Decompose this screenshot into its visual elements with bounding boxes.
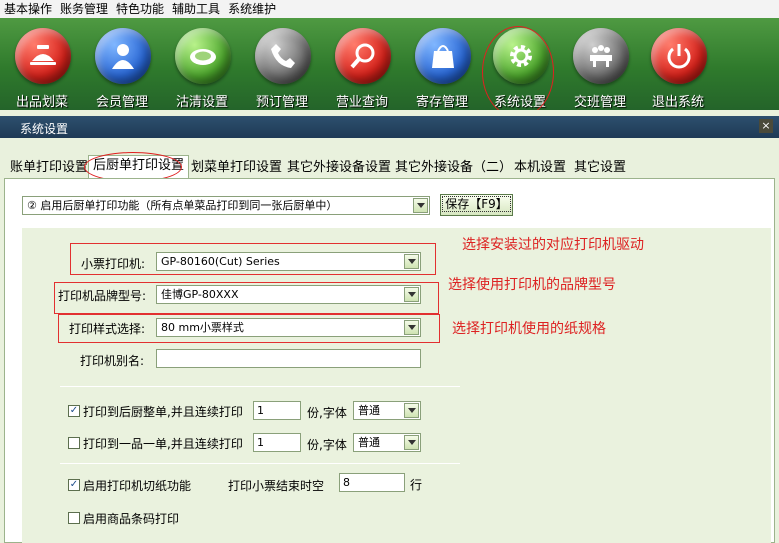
brand-value: 佳博GP-80XXX bbox=[161, 288, 239, 301]
opt1-label: 打印到后厨整单,并且连续打印 bbox=[83, 405, 243, 419]
opt2-label: 打印到一品一单,并且连续打印 bbox=[83, 437, 243, 451]
style-select[interactable]: 80 mm小票样式 bbox=[156, 318, 421, 337]
toolbar-label: 预订管理 bbox=[255, 95, 308, 110]
tab-external-devices[interactable]: 其它外接设备设置 bbox=[287, 158, 391, 178]
toolbar-soldout[interactable]: 沽清设置 bbox=[166, 28, 238, 110]
plate-icon bbox=[175, 28, 231, 84]
chevron-down-icon bbox=[404, 435, 419, 450]
tab-other-settings[interactable]: 其它设置 bbox=[574, 158, 626, 178]
alias-label: 打印机别名: bbox=[80, 354, 145, 368]
toolbar-business-query[interactable]: 营业查询 bbox=[326, 28, 398, 110]
printer-label: 小票打印机: bbox=[81, 257, 146, 271]
chevron-down-icon bbox=[404, 254, 419, 269]
note-brand: 选择使用打印机的品牌型号 bbox=[448, 277, 616, 293]
tab-serve-print[interactable]: 划菜单打印设置 bbox=[191, 158, 282, 178]
menu-bar: 基本操作 账务管理 特色功能 辅助工具 系统维护 bbox=[0, 0, 779, 18]
save-button[interactable]: 保存【F9】 bbox=[440, 194, 513, 216]
chevron-down-icon bbox=[404, 320, 419, 335]
toolbar-label: 交班管理 bbox=[573, 95, 626, 110]
opt1-checkbox[interactable]: ✓ bbox=[68, 405, 80, 417]
chevron-down-icon bbox=[413, 198, 428, 213]
cut-checkbox[interactable]: ✓ bbox=[68, 479, 80, 491]
toolbar-label: 营业查询 bbox=[335, 95, 388, 110]
cut-label: 启用打印机切纸功能 bbox=[83, 479, 192, 493]
toolbar-label: 寄存管理 bbox=[415, 95, 468, 110]
menu-maintenance[interactable]: 系统维护 bbox=[228, 0, 276, 18]
printer-value: GP-80160(Cut) Series bbox=[161, 255, 280, 268]
opt1-copies-input[interactable]: 1 bbox=[253, 401, 301, 420]
style-label: 打印样式选择: bbox=[69, 322, 146, 336]
opt2-copies-input[interactable]: 1 bbox=[253, 433, 301, 452]
print-mode-value: ② 启用后厨单打印功能（所有点单菜品打印到同一张后厨单中） bbox=[27, 199, 338, 212]
style-value: 80 mm小票样式 bbox=[161, 321, 244, 334]
barcode-label: 启用商品条码打印 bbox=[83, 512, 180, 526]
tab-external-devices-2[interactable]: 其它外接设备（二） bbox=[395, 158, 512, 178]
chevron-down-icon bbox=[404, 287, 419, 302]
toolbar-storage[interactable]: 寄存管理 bbox=[406, 28, 478, 110]
user-icon bbox=[95, 28, 151, 84]
bag-icon bbox=[415, 28, 471, 84]
toolbar-label: 沽清设置 bbox=[175, 95, 228, 110]
toolbar-reservations[interactable]: 预订管理 bbox=[246, 28, 318, 110]
menu-accounts[interactable]: 账务管理 bbox=[60, 0, 108, 18]
chevron-down-icon bbox=[404, 403, 419, 418]
note-paper: 选择打印机使用的纸规格 bbox=[452, 321, 606, 337]
blank-lines-input[interactable]: 8 bbox=[339, 473, 405, 492]
dialog-title: 系统设置 bbox=[20, 122, 69, 136]
toolbar-label: 退出系统 bbox=[651, 95, 704, 110]
barcode-checkbox[interactable] bbox=[68, 512, 80, 524]
meeting-icon bbox=[573, 28, 629, 84]
toolbar-label: 会员管理 bbox=[95, 95, 148, 110]
power-icon bbox=[651, 28, 707, 84]
magnifier-icon bbox=[335, 28, 391, 84]
menu-basic-ops[interactable]: 基本操作 bbox=[4, 0, 52, 18]
blank-lines-unit: 行 bbox=[410, 478, 423, 492]
alias-input[interactable] bbox=[156, 349, 421, 368]
highlight-circle bbox=[482, 26, 554, 118]
cloche-icon bbox=[15, 28, 71, 84]
phone-icon bbox=[255, 28, 311, 84]
save-button-label: 保存【F9】 bbox=[442, 196, 511, 212]
opt2-font-label: 份,字体 bbox=[307, 438, 347, 452]
tab-bill-print[interactable]: 账单打印设置 bbox=[10, 158, 88, 178]
print-mode-select[interactable]: ② 启用后厨单打印功能（所有点单菜品打印到同一张后厨单中） bbox=[22, 196, 430, 215]
divider bbox=[60, 386, 460, 387]
settings-tabs: 账单打印设置 后厨单打印设置 划菜单打印设置 其它外接设备设置 其它外接设备（二… bbox=[0, 152, 779, 182]
main-toolbar: 出品划菜 会员管理 沽清设置 预订管理 营业查询 寄存管理 系统设置 交班管理 … bbox=[0, 18, 779, 118]
brand-label: 打印机品牌型号: bbox=[58, 289, 147, 303]
opt2-font-select[interactable]: 普通 bbox=[353, 433, 421, 452]
blank-lines-label: 打印小票结束时空 bbox=[228, 479, 325, 493]
toolbar-members[interactable]: 会员管理 bbox=[86, 28, 158, 110]
close-icon[interactable]: × bbox=[759, 119, 773, 133]
note-driver: 选择安装过的对应打印机驱动 bbox=[462, 237, 644, 253]
tab-local-settings[interactable]: 本机设置 bbox=[514, 158, 566, 178]
opt2-checkbox[interactable] bbox=[68, 437, 80, 449]
opt1-font-value: 普通 bbox=[358, 404, 380, 417]
brand-select[interactable]: 佳博GP-80XXX bbox=[156, 285, 421, 304]
toolbar-dish-service[interactable]: 出品划菜 bbox=[6, 28, 78, 110]
opt1-font-label: 份,字体 bbox=[307, 406, 347, 420]
divider bbox=[60, 463, 460, 464]
opt2-font-value: 普通 bbox=[358, 436, 380, 449]
opt1-font-select[interactable]: 普通 bbox=[353, 401, 421, 420]
dialog-titlebar: 系统设置 × bbox=[0, 116, 779, 138]
toolbar-shift-handover[interactable]: 交班管理 bbox=[564, 28, 636, 110]
menu-features[interactable]: 特色功能 bbox=[116, 0, 164, 18]
printer-select[interactable]: GP-80160(Cut) Series bbox=[156, 252, 421, 271]
menu-tools[interactable]: 辅助工具 bbox=[172, 0, 220, 18]
toolbar-exit[interactable]: 退出系统 bbox=[642, 28, 714, 110]
toolbar-label: 出品划菜 bbox=[15, 95, 68, 110]
